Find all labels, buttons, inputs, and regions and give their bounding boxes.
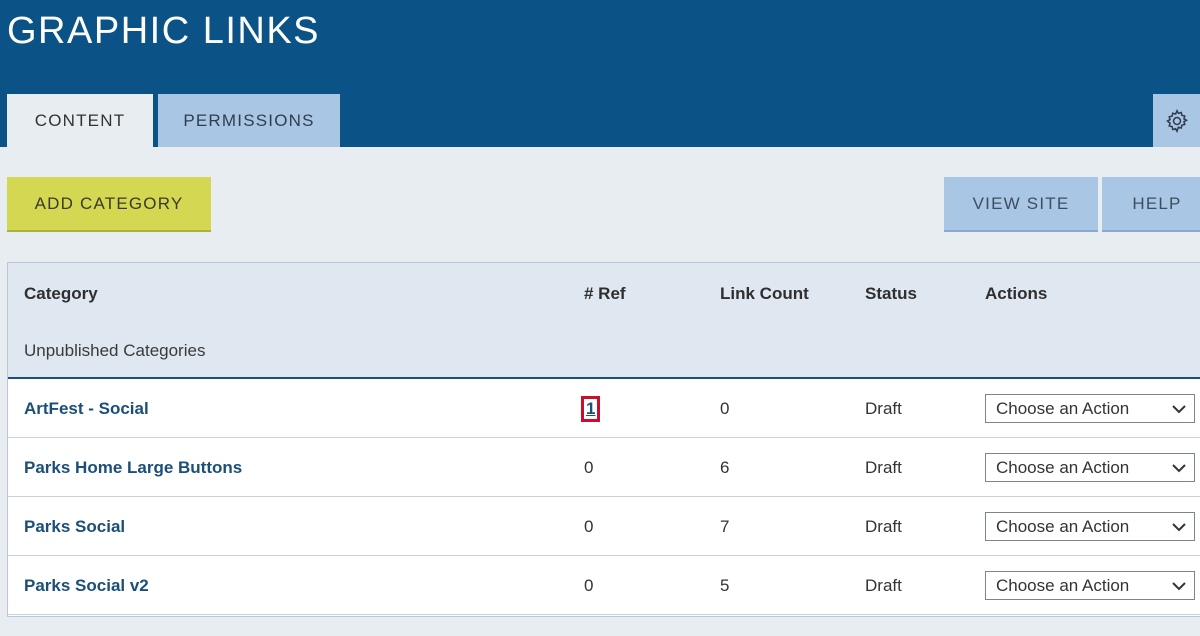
action-select-value: Choose an Action <box>996 575 1130 595</box>
status-cell: Draft <box>865 516 902 536</box>
category-link[interactable]: Parks Home Large Buttons <box>24 438 242 497</box>
section-label: Unpublished Categories <box>24 341 206 360</box>
table-row: Parks Home Large Buttons 0 6 Draft Choos… <box>8 438 1200 497</box>
action-cell: Choose an Action <box>985 556 1195 615</box>
category-link[interactable]: ArtFest - Social <box>24 379 149 438</box>
gear-icon <box>1165 108 1188 133</box>
column-header-ref: # Ref <box>584 284 626 303</box>
help-button[interactable]: HELP <box>1102 177 1200 232</box>
action-select[interactable]: Choose an Action <box>985 453 1195 482</box>
status-cell: Draft <box>865 575 902 595</box>
column-header-category: Category <box>24 284 98 303</box>
action-select[interactable]: Choose an Action <box>985 571 1195 600</box>
status-cell: Draft <box>865 457 902 477</box>
chevron-down-icon <box>1172 463 1186 472</box>
action-cell: Choose an Action <box>985 438 1195 497</box>
app-header: GRAPHIC LINKS CONTENT PERMISSIONS <box>0 0 1200 147</box>
table-row: ArtFest - Social 1 0 Draft Choose an Act… <box>8 379 1200 438</box>
link-count-cell: 6 <box>720 457 730 477</box>
chevron-down-icon <box>1172 404 1186 413</box>
table-row: Parks Social 0 7 Draft Choose an Action <box>8 497 1200 556</box>
ref-count-link[interactable]: 1 <box>580 395 601 422</box>
action-cell: Choose an Action <box>985 379 1195 438</box>
column-header-link-count: Link Count <box>720 284 809 303</box>
category-link[interactable]: Parks Social <box>24 497 125 556</box>
chevron-down-icon <box>1172 522 1186 531</box>
link-count-cell: 7 <box>720 516 730 536</box>
tab-permissions[interactable]: PERMISSIONS <box>158 94 340 147</box>
settings-button[interactable] <box>1153 94 1200 147</box>
categories-table: Category # Ref Link Count Status Actions… <box>7 262 1200 617</box>
ref-count-cell: 0 <box>584 575 594 595</box>
view-site-button[interactable]: VIEW SITE <box>944 177 1098 232</box>
ref-count-cell: 0 <box>584 516 594 536</box>
add-category-button[interactable]: ADD CATEGORY <box>7 177 211 232</box>
action-select-value: Choose an Action <box>996 516 1130 536</box>
ref-count-cell: 0 <box>584 457 594 477</box>
table-header: Category # Ref Link Count Status Actions… <box>8 263 1200 379</box>
action-select-value: Choose an Action <box>996 398 1130 418</box>
link-count-cell: 0 <box>720 398 730 418</box>
status-cell: Draft <box>865 398 902 418</box>
tab-content[interactable]: CONTENT <box>7 94 153 147</box>
column-header-actions: Actions <box>985 284 1048 303</box>
column-header-status: Status <box>865 284 917 303</box>
page-title: GRAPHIC LINKS <box>7 10 321 52</box>
link-count-cell: 5 <box>720 575 730 595</box>
action-select[interactable]: Choose an Action <box>985 512 1195 541</box>
chevron-down-icon <box>1172 581 1186 590</box>
action-select-value: Choose an Action <box>996 457 1130 477</box>
category-link[interactable]: Parks Social v2 <box>24 556 149 615</box>
action-cell: Choose an Action <box>985 497 1195 556</box>
action-select[interactable]: Choose an Action <box>985 394 1195 423</box>
ref-count-cell: 1 <box>580 379 601 438</box>
table-row: Parks Social v2 0 5 Draft Choose an Acti… <box>8 556 1200 615</box>
